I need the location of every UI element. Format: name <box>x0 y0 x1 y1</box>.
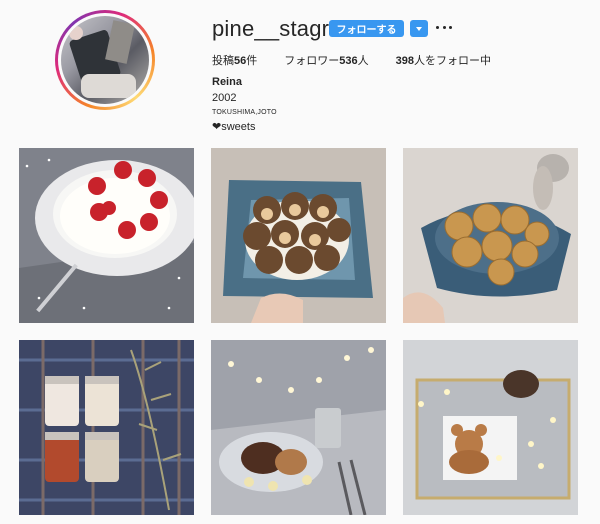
following-stat[interactable]: 398人をフォロー中 <box>396 52 491 68</box>
chevron-down-icon <box>416 26 422 31</box>
bio-location: TOKUSHIMA,JOTO <box>212 109 277 116</box>
profile-avatar[interactable] <box>55 10 155 110</box>
post-thumbnail-pancakes[interactable] <box>211 340 386 515</box>
avatar-border <box>58 13 152 107</box>
pancakes-image <box>211 340 386 515</box>
profile-stats: 投稿56件 フォロワー536人 398人をフォロー中 <box>212 52 518 68</box>
posts-count-stat: 投稿56件 <box>212 55 258 67</box>
follow-button[interactable]: フォローする <box>329 20 404 37</box>
cake-image <box>19 148 194 323</box>
bear-cookies-image <box>211 148 386 323</box>
post-thumbnail-cookie-bowl[interactable] <box>403 148 578 323</box>
more-options-icon[interactable] <box>436 19 452 35</box>
avatar-image <box>61 16 149 104</box>
bear-pancake-image <box>403 340 578 515</box>
post-thumbnail-bear-pancake[interactable] <box>403 340 578 515</box>
suggestions-dropdown-button[interactable] <box>410 20 428 37</box>
post-thumbnail-strawberry-cake[interactable] <box>19 148 194 323</box>
cookie-bowl-image <box>403 148 578 323</box>
post-thumbnail-jam-jars[interactable] <box>19 340 194 515</box>
post-thumbnail-bear-cookies[interactable] <box>211 148 386 323</box>
bio-name: Reina <box>212 76 242 88</box>
bio-tagline: ❤sweets <box>212 121 256 133</box>
profile-bio: Reina 2002 TOKUSHIMA,JOTO ❤sweets <box>212 76 277 133</box>
followers-stat[interactable]: フォロワー536人 <box>284 52 368 68</box>
jam-jars-image <box>19 340 194 515</box>
bio-year: 2002 <box>212 92 237 104</box>
